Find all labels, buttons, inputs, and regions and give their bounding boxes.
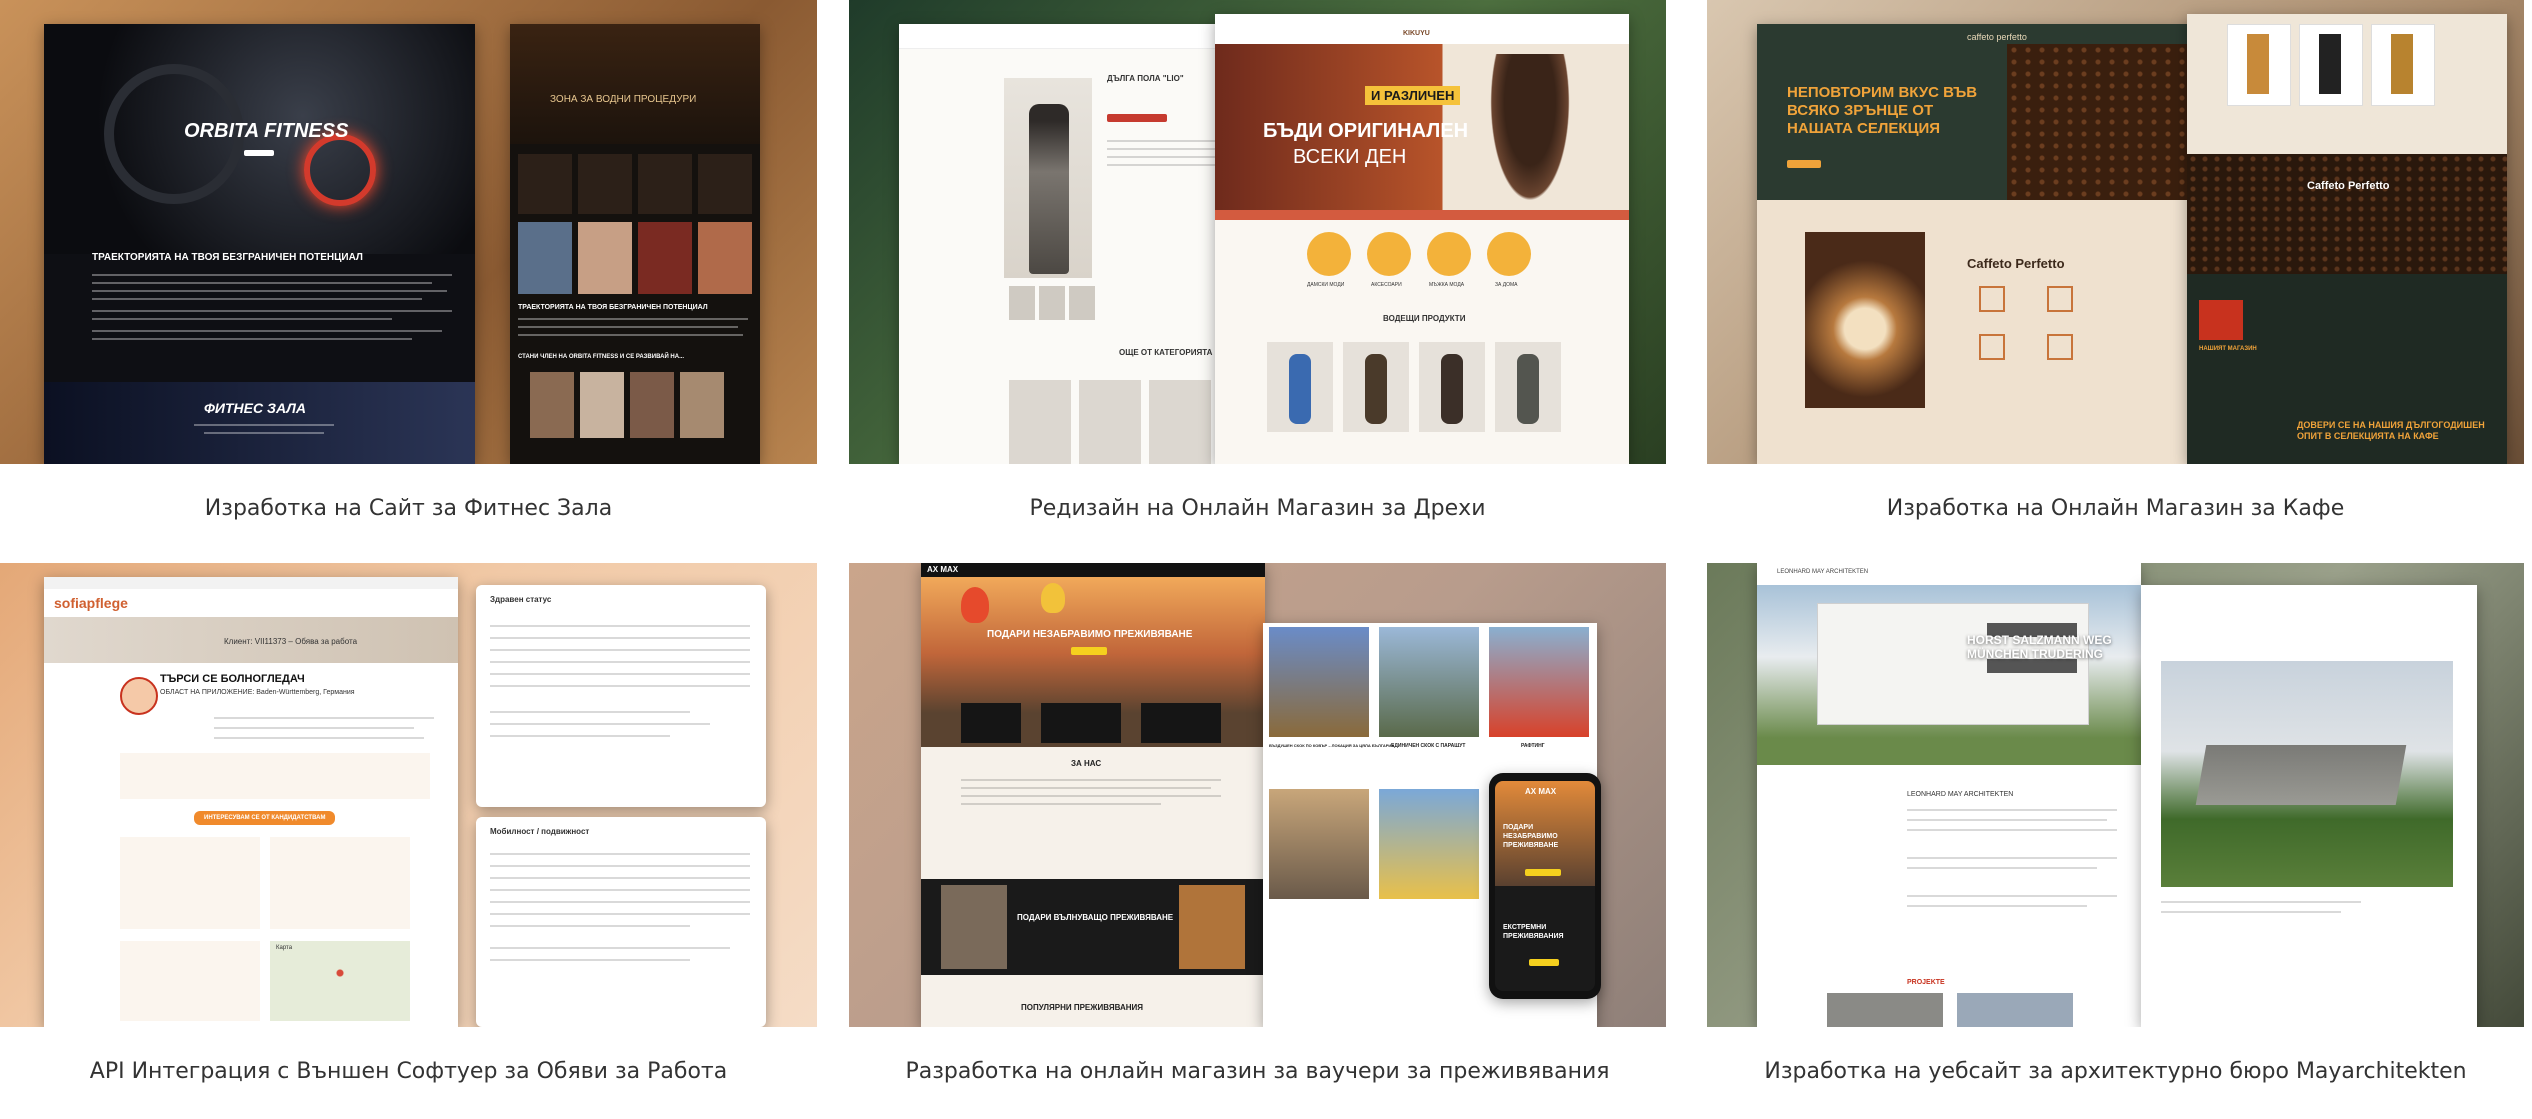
projects-title: PROJEKTE	[1907, 979, 1945, 986]
right-heading: ТРАЕКТОРИЯТА НА ТВОЯ БЕЗГРАНИЧЕН ПОТЕНЦИ…	[518, 304, 708, 311]
mockup-left: sofiapflege Клиент: VII11373 – Обява за …	[44, 577, 458, 1027]
card-thumbnail[interactable]: LEONHARD MAY ARCHITEKTEN HORST SALZMANN …	[1707, 563, 2524, 1027]
shop-logo: KIKUYU	[1403, 30, 1430, 37]
card-caption[interactable]: API Интеграция с Външен Софтуер за Обяви…	[0, 1059, 817, 1084]
shop-label: НАШИЯТ МАГАЗИН	[2199, 346, 2257, 352]
promo-title: ПОДАРИ ВЪЛНУВАЩО ПРЕЖИВЯВАНЕ	[1017, 913, 1174, 922]
phone-mockup: AX MAX ПОДАРИ НЕЗАБРАВИМО ПРЕЖИВЯВАНЕ ЕК…	[1489, 773, 1601, 999]
mockup-right: Caffeto Perfetto НАШИЯТ МАГАЗИН ДОВЕРИ С…	[2187, 14, 2507, 464]
cat-4[interactable]: ЗА ДОМА	[1495, 282, 1518, 288]
hero-text: НЕПОВТОРИМ ВКУС ВЪВ ВСЯКО ЗРЪНЦЕ ОТ НАША…	[1787, 84, 1978, 137]
portfolio-card-jobs[interactable]: sofiapflege Клиент: VII11373 – Обява за …	[0, 563, 817, 1084]
card-caption[interactable]: Разработка на онлайн магазин за ваучери …	[849, 1059, 1666, 1084]
hero-title: HORST SALZMANN WEG MÜNCHEN TRUDERING	[1967, 633, 2112, 661]
portfolio-card-architecture[interactable]: LEONHARD MAY ARCHITEKTEN HORST SALZMANN …	[1707, 563, 2524, 1084]
section-title: ФИТНЕС ЗАЛА	[204, 400, 307, 416]
popular-title: ПОПУЛЯРНИ ПРЕЖИВЯВАНИЯ	[1021, 1003, 1144, 1012]
hero-title: ORBITA FITNESS	[184, 120, 349, 142]
section-heading: ТРАЕКТОРИЯТА НА ТВОЯ БЕЗГРАНИЧЕН ПОТЕНЦИ…	[92, 252, 363, 263]
more-from-category: ОЩЕ ОТ КАТЕГОРИЯТА	[1119, 348, 1213, 357]
mockup-left: ORBITA FITNESS ТРАЕКТОРИЯТА НА ТВОЯ БЕЗГ…	[44, 24, 475, 464]
cat-1[interactable]: ДАМСКИ МОДИ	[1307, 282, 1344, 288]
cat-2[interactable]: АКСЕСОАРИ	[1371, 282, 1402, 288]
portfolio-card-experiences[interactable]: AX MAX ПОДАРИ НЕЗАБРАВИМО ПРЕЖИВЯВАНЕ ЗА…	[849, 563, 1666, 1084]
shop-logo: AX MAX	[927, 565, 959, 574]
featured-title: ВОДЕЩИ ПРОДУКТИ	[1383, 314, 1466, 323]
card-caption[interactable]: Изработка на Сайт за Фитнес Зала	[0, 496, 817, 521]
portfolio-card-clothing[interactable]: ДЪЛГА ПОЛА "LIO" ОЩЕ ОТ КАТЕГОРИЯТА KIKU…	[849, 0, 1666, 521]
job-title: ТЪРСИ СЕ БОЛНОГЛЕДАЧ	[160, 673, 305, 685]
job-subtitle: ОБЛАСТ НА ПРИЛОЖЕНИЕ: Baden-Württemberg,…	[160, 689, 355, 696]
card-caption[interactable]: Изработка на уебсайт за архитектурно бюр…	[1707, 1059, 2524, 1084]
map-label: Карта	[276, 945, 293, 951]
product-title: ДЪЛГА ПОЛА "LIO"	[1107, 74, 1184, 83]
portfolio-card-coffee[interactable]: caffeto perfetto НЕПОВТОРИМ ВКУС ВЪВ ВСЯ…	[1707, 0, 2524, 521]
cta-button[interactable]: ИНТЕРЕСУВАМ СЕ ОТ КАНДИДАТСТВАМ	[194, 811, 336, 825]
cat-3[interactable]: МЪЖКА МОДА	[1429, 282, 1464, 288]
mockup-right: Здравен статус	[476, 585, 766, 807]
phone-bottom: ЕКСТРЕМНИ ПРЕЖИВЯВАНИЯ	[1503, 924, 1564, 940]
panel-1-title: Здравен статус	[490, 595, 552, 604]
card-thumbnail[interactable]: ORBITA FITNESS ТРАЕКТОРИЯТА НА ТВОЯ БЕЗГ…	[0, 0, 817, 464]
right-title: ЗОНА ЗА ВОДНИ ПРОЦЕДУРИ	[550, 94, 697, 105]
product-1[interactable]: ВЪЗДУШЕН СКОК ПО КОВЪР – ЛОКАЦИЯ ЗА ЦЯЛА…	[1269, 743, 1394, 748]
right-title: Caffeto Perfetto	[2307, 180, 2390, 192]
card-caption[interactable]: Редизайн на Онлайн Магазин за Дрехи	[849, 496, 1666, 521]
mockup-left: caffeto perfetto НЕПОВТОРИМ ВКУС ВЪВ ВСЯ…	[1757, 24, 2197, 464]
banner-line-2: ВСЕКИ ДЕН	[1293, 146, 1407, 168]
section-title: Caffeto Perfetto	[1967, 256, 2065, 271]
card-caption[interactable]: Изработка на Онлайн Магазин за Кафе	[1707, 496, 2524, 521]
card-thumbnail[interactable]: caffeto perfetto НЕПОВТОРИМ ВКУС ВЪВ ВСЯ…	[1707, 0, 2524, 464]
phone-logo: AX MAX	[1525, 787, 1557, 796]
about-title: ЗА НАС	[1071, 759, 1102, 768]
job-id: Клиент: VII11373 – Обява за работа	[224, 637, 358, 646]
right-footer: ДОВЕРИ СЕ НА НАШИЯ ДЪЛГОГОДИШЕН ОПИТ В С…	[2297, 420, 2485, 441]
product-2[interactable]: ЕДИНИЧЕН СКОК С ПАРАШУТ	[1391, 743, 1465, 749]
banner-tag: И РАЗЛИЧЕН	[1365, 86, 1461, 105]
member-text: СТАНИ ЧЛЕН НА ORBITA FITNESS И СЕ РАЗВИВ…	[518, 354, 685, 360]
hero-title: ПОДАРИ НЕЗАБРАВИМО ПРЕЖИВЯВАНЕ	[987, 629, 1193, 640]
mockup-left: AX MAX ПОДАРИ НЕЗАБРАВИМО ПРЕЖИВЯВАНЕ ЗА…	[921, 563, 1265, 1027]
card-thumbnail[interactable]: AX MAX ПОДАРИ НЕЗАБРАВИМО ПРЕЖИВЯВАНЕ ЗА…	[849, 563, 1666, 1027]
mockup-left: LEONHARD MAY ARCHITEKTEN HORST SALZMANN …	[1757, 563, 2141, 1027]
shop-logo: LEONHARD MAY ARCHITEKTEN	[1777, 569, 1869, 575]
mockup-right: KIKUYU И РАЗЛИЧЕН БЪДИ ОРИГИНАЛЕН ВСЕКИ …	[1215, 14, 1629, 464]
mockup-right: ЗОНА ЗА ВОДНИ ПРОЦЕДУРИ ТРАЕКТОРИЯТА НА …	[510, 24, 760, 464]
about-title: LEONHARD MAY ARCHITEKTEN	[1907, 791, 2014, 798]
portfolio-grid: ORBITA FITNESS ТРАЕКТОРИЯТА НА ТВОЯ БЕЗГ…	[0, 0, 2532, 1119]
shop-logo: sofiapflege	[54, 595, 128, 611]
portfolio-card-fitness[interactable]: ORBITA FITNESS ТРАЕКТОРИЯТА НА ТВОЯ БЕЗГ…	[0, 0, 817, 521]
phone-hero: ПОДАРИ НЕЗАБРАВИМО ПРЕЖИВЯВАНЕ	[1503, 824, 1559, 849]
banner-line-1: БЪДИ ОРИГИНАЛЕН	[1263, 120, 1469, 142]
card-thumbnail[interactable]: ДЪЛГА ПОЛА "LIO" ОЩЕ ОТ КАТЕГОРИЯТА KIKU…	[849, 0, 1666, 464]
mockup-right	[2141, 585, 2477, 1027]
shop-logo: caffeto perfetto	[1967, 32, 2027, 42]
panel-2-title: Мобилност / подвижност	[490, 827, 590, 836]
mockup-right-2: Мобилност / подвижност	[476, 817, 766, 1027]
card-thumbnail[interactable]: sofiapflege Клиент: VII11373 – Обява за …	[0, 563, 817, 1027]
product-3[interactable]: РАФТИНГ	[1521, 743, 1545, 749]
